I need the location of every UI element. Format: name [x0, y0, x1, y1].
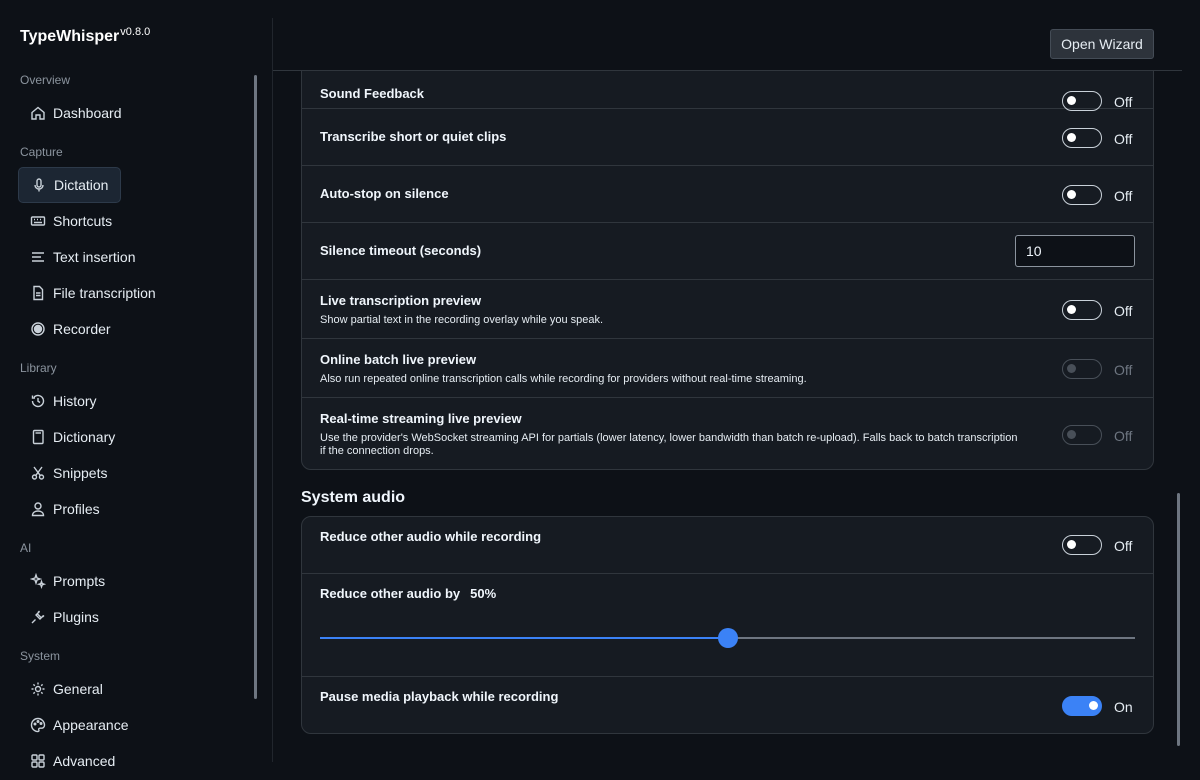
- live-preview-toggle[interactable]: [1062, 300, 1102, 320]
- open-wizard-button[interactable]: Open Wizard: [1050, 29, 1154, 59]
- setting-title: Online batch live preview: [320, 352, 477, 367]
- sidebar-item-dictation[interactable]: Dictation: [18, 167, 121, 203]
- text-lines-icon: [30, 249, 46, 265]
- setting-description: Also run repeated online transcription c…: [320, 373, 807, 385]
- toggle-knob: [1089, 701, 1098, 710]
- nav-section-capture: Capture: [20, 145, 63, 159]
- reduce-by-value: 50%: [470, 586, 497, 601]
- sound-feedback-toggle[interactable]: [1062, 91, 1102, 111]
- file-icon: [30, 285, 46, 301]
- setting-title: Reduce other audio while recording: [320, 529, 542, 544]
- sidebar-item-snippets[interactable]: Snippets: [18, 455, 121, 491]
- setting-row-reduce-audio: Reduce other audio while recording Off: [302, 517, 1153, 574]
- toggle-knob: [1067, 96, 1076, 105]
- sidebar-item-text-insertion[interactable]: Text insertion: [18, 239, 135, 275]
- content-scrollbar[interactable]: [1177, 493, 1180, 746]
- settings-content: Sound Feedback Off Transcribe short or q…: [273, 71, 1182, 780]
- sidebar-item-file-transcription[interactable]: File transcription: [18, 275, 156, 311]
- record-icon: [30, 321, 46, 337]
- nav-section-ai: AI: [20, 541, 32, 555]
- toggle-state-label: Off: [1114, 131, 1133, 147]
- sidebar-item-appearance[interactable]: Appearance: [18, 707, 129, 743]
- scissors-icon: [30, 465, 46, 481]
- streaming-preview-toggle[interactable]: [1062, 425, 1102, 445]
- setting-title: Silence timeout (seconds): [320, 243, 482, 258]
- sidebar-item-advanced[interactable]: Advanced: [18, 743, 121, 779]
- sidebar-item-history[interactable]: History: [18, 383, 121, 419]
- palette-icon: [30, 717, 46, 733]
- toggle-state-label: Off: [1114, 188, 1133, 204]
- toggle-knob: [1067, 305, 1076, 314]
- setting-row-batch-preview: Online batch live preview Also run repea…: [302, 339, 1153, 398]
- sidebar: TypeWhisperv0.8.0 Overview Dashboard Cap…: [0, 0, 272, 780]
- toggle-state-label: Off: [1114, 538, 1133, 554]
- sidebar-item-dashboard[interactable]: Dashboard: [18, 95, 122, 131]
- setting-title: Sound Feedback: [320, 86, 425, 101]
- section-heading-system-audio: System audio: [301, 489, 406, 506]
- setting-title: Transcribe short or quiet clips: [320, 129, 507, 144]
- plug-icon: [30, 609, 46, 625]
- setting-title: Pause media playback while recording: [320, 689, 559, 704]
- pause-media-toggle[interactable]: [1062, 696, 1102, 716]
- sidebar-item-recorder[interactable]: Recorder: [18, 311, 121, 347]
- setting-row-pause-media: Pause media playback while recording On: [302, 677, 1153, 733]
- slider-fill: [320, 637, 728, 639]
- setting-row-sound-feedback: Sound Feedback Off: [302, 71, 1153, 111]
- sparkle-icon: [30, 573, 46, 589]
- toggle-knob: [1067, 364, 1076, 373]
- sidebar-item-profiles[interactable]: Profiles: [18, 491, 121, 527]
- nav-section-overview: Overview: [20, 73, 71, 87]
- reduce-audio-toggle[interactable]: [1062, 535, 1102, 555]
- reduce-by-slider[interactable]: [320, 628, 1135, 648]
- auto-stop-toggle[interactable]: [1062, 185, 1102, 205]
- app-title: TypeWhisperv0.8.0: [20, 26, 151, 45]
- app-version: v0.8.0: [120, 26, 151, 38]
- setting-title: Live transcription preview: [320, 293, 482, 308]
- toggle-knob: [1067, 430, 1076, 439]
- setting-row-auto-stop: Auto-stop on silence Off: [302, 166, 1153, 223]
- home-icon: [30, 105, 46, 121]
- keyboard-icon: [30, 213, 46, 229]
- nav-section-library: Library: [20, 361, 57, 375]
- book-icon: [30, 429, 46, 445]
- toggle-state-label: Off: [1114, 303, 1133, 319]
- setting-row-reduce-by: Reduce other audio by 50%: [302, 574, 1153, 677]
- toggle-state-label: Off: [1114, 362, 1133, 378]
- microphone-icon: [31, 177, 47, 193]
- setting-title: Real-time streaming live preview: [320, 411, 522, 426]
- sidebar-item-prompts[interactable]: Prompts: [18, 563, 121, 599]
- dictation-settings-card: Sound Feedback Off Transcribe short or q…: [301, 71, 1154, 470]
- toggle-state-label: Off: [1114, 428, 1133, 444]
- setting-description: Use the provider's WebSocket streaming A…: [320, 432, 1018, 457]
- nav-section-system: System: [20, 649, 61, 663]
- slider-thumb[interactable]: [717, 628, 738, 648]
- short-clips-toggle[interactable]: [1062, 128, 1102, 148]
- history-icon: [30, 393, 46, 409]
- toggle-knob: [1067, 540, 1076, 549]
- setting-description: Show partial text in the recording overl…: [320, 314, 604, 326]
- header-divider: [273, 70, 1182, 71]
- setting-row-silence-timeout: Silence timeout (seconds) 10: [302, 223, 1153, 280]
- batch-preview-toggle[interactable]: [1062, 359, 1102, 379]
- toggle-knob: [1067, 133, 1076, 142]
- silence-timeout-input[interactable]: 10: [1015, 235, 1135, 267]
- setting-title: Reduce other audio by 50%: [320, 586, 497, 601]
- setting-title: Auto-stop on silence: [320, 186, 449, 201]
- person-icon: [30, 501, 46, 517]
- sidebar-item-general[interactable]: General: [18, 671, 121, 707]
- setting-row-short-clips: Transcribe short or quiet clips Off: [302, 109, 1153, 166]
- system-audio-card: Reduce other audio while recording Off R…: [301, 516, 1154, 734]
- toggle-state-label: On: [1114, 699, 1133, 715]
- sidebar-item-dictionary[interactable]: Dictionary: [18, 419, 121, 455]
- sidebar-scrollbar[interactable]: [254, 75, 257, 699]
- sidebar-item-shortcuts[interactable]: Shortcuts: [18, 203, 121, 239]
- toggle-knob: [1067, 190, 1076, 199]
- setting-row-streaming-preview: Real-time streaming live preview Use the…: [302, 398, 1153, 469]
- gear-icon: [30, 681, 46, 697]
- advanced-icon: [30, 753, 46, 769]
- sidebar-item-plugins[interactable]: Plugins: [18, 599, 121, 635]
- setting-row-live-preview: Live transcription preview Show partial …: [302, 280, 1153, 339]
- toggle-state-label: Off: [1114, 94, 1133, 110]
